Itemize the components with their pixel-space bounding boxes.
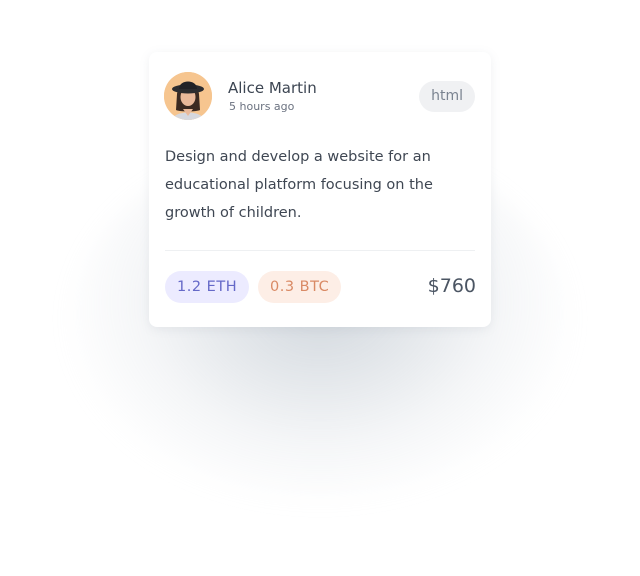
post-time: 5 hours ago: [229, 100, 295, 113]
person-with-hat-avatar-icon: [164, 72, 212, 120]
project-card[interactable]: Alice Martin 5 hours ago html Design and…: [149, 52, 491, 327]
tag-badge[interactable]: html: [419, 81, 475, 112]
price: $760: [427, 275, 476, 297]
avatar[interactable]: [164, 72, 212, 120]
eth-amount-badge: 1.2 ETH: [165, 271, 250, 303]
user-name: Alice Martin: [228, 79, 317, 97]
project-description: Design and develop a website for an educ…: [165, 149, 433, 221]
divider: [165, 250, 475, 251]
btc-amount-badge: 0.3 BTC: [258, 271, 342, 303]
page-stage: Alice Martin 5 hours ago html Design and…: [0, 0, 640, 576]
